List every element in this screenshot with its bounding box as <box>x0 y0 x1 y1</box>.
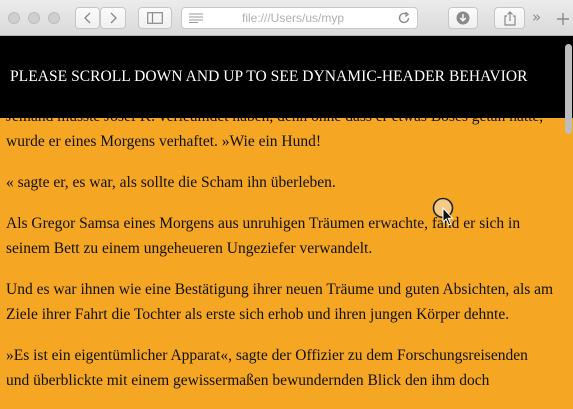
article-body: Jemand musste Josef K. verleumdet haben,… <box>6 104 554 409</box>
sidebar-button[interactable] <box>138 7 172 29</box>
minimize-window-button[interactable] <box>28 12 40 24</box>
dynamic-header: PLEASE SCROLL DOWN AND UP TO SEE DYNAMIC… <box>0 36 573 118</box>
share-icon <box>503 10 516 26</box>
new-tab-button[interactable] <box>552 8 573 30</box>
reload-icon[interactable] <box>397 11 411 25</box>
back-button[interactable] <box>75 7 100 29</box>
share-button[interactable] <box>494 7 525 29</box>
address-bar[interactable]: file:///Users/us/myp <box>181 7 418 29</box>
back-icon <box>83 12 90 24</box>
sidebar-icon <box>147 12 163 24</box>
reader-lines-icon <box>189 13 203 23</box>
paragraph: « sagte er, es war, als sollte die Scham… <box>6 174 336 191</box>
overflow-chevrons-icon[interactable]: » <box>532 8 541 26</box>
address-text: file:///Users/us/myp <box>242 11 345 25</box>
paragraph: Und es war ihnen wie eine Bestätigung ih… <box>6 281 554 323</box>
downloads-icon <box>456 11 470 25</box>
vertical-scrollbar[interactable] <box>563 36 573 400</box>
downloads-button[interactable] <box>448 7 478 29</box>
header-title: PLEASE SCROLL DOWN AND UP TO SEE DYNAMIC… <box>10 68 528 85</box>
browser-toolbar: file:///Users/us/myp » <box>0 0 573 36</box>
new-tab-icon <box>556 13 569 25</box>
mouse-cursor-icon <box>432 197 454 226</box>
paragraph: Als Gregor Samsa eines Morgens aus unruh… <box>6 215 521 257</box>
close-window-button[interactable] <box>8 12 20 24</box>
forward-icon <box>110 12 117 24</box>
paragraph: »Es ist ein eigentümlicher Apparat«, sag… <box>6 347 528 389</box>
zoom-window-button[interactable] <box>48 12 60 24</box>
scrollbar-thumb[interactable] <box>565 44 572 134</box>
forward-button[interactable] <box>100 7 126 29</box>
